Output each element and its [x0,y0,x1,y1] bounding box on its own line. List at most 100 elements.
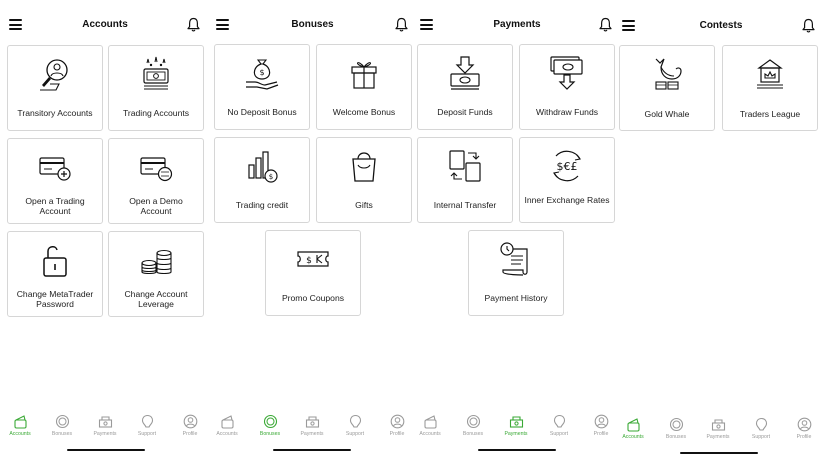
tab-profile[interactable]: Profile [170,414,210,437]
tab-label: Bonuses [51,431,73,437]
menu-icon[interactable] [622,20,635,31]
card-label: Inner Exchange Rates [524,195,610,205]
league-trophy-icon [757,59,783,89]
unlock-icon [43,246,67,277]
tab-support[interactable]: Support [741,417,781,440]
tab-payments[interactable]: Payments [496,414,536,437]
card-label: Trading credit [235,200,289,210]
tab-profile[interactable]: Profile [784,417,824,440]
card-trading-accounts[interactable]: Trading Accounts [108,45,204,131]
gift-box-icon [351,62,377,89]
tab-bonuses[interactable]: Bonuses [453,414,493,437]
withdraw-icon [550,56,583,90]
card-label: No Deposit Bonus [227,107,297,117]
card-transitory-accounts[interactable]: Transitory Accounts [7,45,103,131]
tab-support[interactable]: Support [127,414,167,437]
card-open-trading-account[interactable]: Open a Trading Account [7,138,103,224]
tab-label: Payments [93,431,117,437]
home-indicator[interactable] [478,449,556,451]
magnifier-person-icon [40,59,68,91]
tab-bonuses[interactable]: Bonuses [656,417,696,440]
card-withdraw-funds[interactable]: Withdraw Funds [519,44,615,130]
page-title: Accounts [82,19,128,30]
header: Accounts [0,0,210,46]
cash-icon [98,416,112,428]
money-stack-icon [143,56,169,90]
header: Bonuses [210,0,415,46]
tab-accounts[interactable]: Accounts [0,414,40,437]
profile-icon [594,414,608,429]
card-change-metatrader-password[interactable]: Change MetaTrader Password [7,231,103,317]
bell-icon[interactable] [187,17,200,32]
menu-icon[interactable] [9,19,22,30]
card-gold-whale[interactable]: Gold Whale [619,45,715,131]
money-hand-icon: $ [246,59,279,90]
tab-accounts[interactable]: Accounts [415,414,450,437]
coin-icon [466,414,480,429]
tab-profile[interactable]: Profile [377,414,415,437]
card-payment-history[interactable]: Payment History [468,230,564,316]
card-deposit-funds[interactable]: Deposit Funds [417,44,513,130]
card-inner-exchange-rates[interactable]: $€£ Inner Exchange Rates [519,137,615,223]
tab-label: Profile [182,431,198,437]
transfer-icon [449,150,481,182]
menu-icon[interactable] [420,19,433,30]
tab-payments[interactable]: Payments [698,417,738,440]
tab-accounts[interactable]: Accounts [210,414,247,437]
bell-icon[interactable] [599,17,612,32]
header: Payments [415,0,619,46]
svg-text:$: $ [259,68,264,77]
card-welcome-bonus[interactable]: Welcome Bonus [316,44,412,130]
card-change-account-leverage[interactable]: Change Account Leverage [108,231,204,317]
profile-icon [797,417,811,432]
tab-support[interactable]: Support [335,414,375,437]
wallet-icon [13,415,27,429]
tab-payments[interactable]: Payments [85,414,125,437]
tab-label: Profile [389,431,405,437]
add-card-icon [39,157,71,181]
card-traders-league[interactable]: Traders League [722,45,818,131]
tab-payments[interactable]: Payments [292,414,332,437]
card-label: Open a Trading Account [25,196,85,216]
card-no-deposit-bonus[interactable]: $ No Deposit Bonus [214,44,310,130]
card-label: Welcome Bonus [332,107,396,117]
tab-accounts[interactable]: Accounts [617,417,653,440]
cash-icon [509,416,523,428]
bell-icon[interactable] [395,17,408,32]
card-label: Payment History [484,293,548,303]
cash-icon [711,419,725,431]
home-indicator[interactable] [680,452,758,454]
home-indicator[interactable] [67,449,145,451]
tab-bonuses[interactable]: Bonuses [250,414,290,437]
coin-icon [55,414,69,429]
accounts-screen: Accounts Transitory Accounts Trading Acc… [0,0,210,456]
card-trading-credit[interactable]: $ Trading credit [214,137,310,223]
cash-icon [305,416,319,428]
tab-label: Profile [593,431,609,437]
card-promo-coupons[interactable]: $ Promo Coupons [265,230,361,316]
bonuses-screen: Bonuses $ No Deposit Bonus Welcome Bonus… [210,0,415,456]
card-gifts[interactable]: Gifts [316,137,412,223]
home-indicator[interactable] [273,449,351,451]
header: Contests [617,0,825,46]
tab-label: Accounts [419,431,441,437]
coin-icon [669,417,683,432]
tab-bonuses[interactable]: Bonuses [42,414,82,437]
coin-stacks-icon [141,249,172,275]
tab-support[interactable]: Support [539,414,579,437]
wallet-icon [423,415,437,429]
menu-icon[interactable] [216,19,229,30]
support-icon [553,414,565,428]
card-label: Change Account Leverage [124,289,188,309]
card-internal-transfer[interactable]: Internal Transfer [417,137,513,223]
page-title: Bonuses [291,19,334,30]
page-title: Payments [493,19,541,30]
page-title: Contests [699,20,743,31]
currency-exchange-icon: $€£ [553,150,581,182]
card-label: Gold Whale [644,109,690,119]
card-open-demo-account[interactable]: Open a Demo Account [108,138,204,224]
tab-profile[interactable]: Profile [581,414,619,437]
tab-label: Bonuses [665,434,687,440]
wallet-icon [626,418,640,432]
bell-icon[interactable] [802,18,815,33]
